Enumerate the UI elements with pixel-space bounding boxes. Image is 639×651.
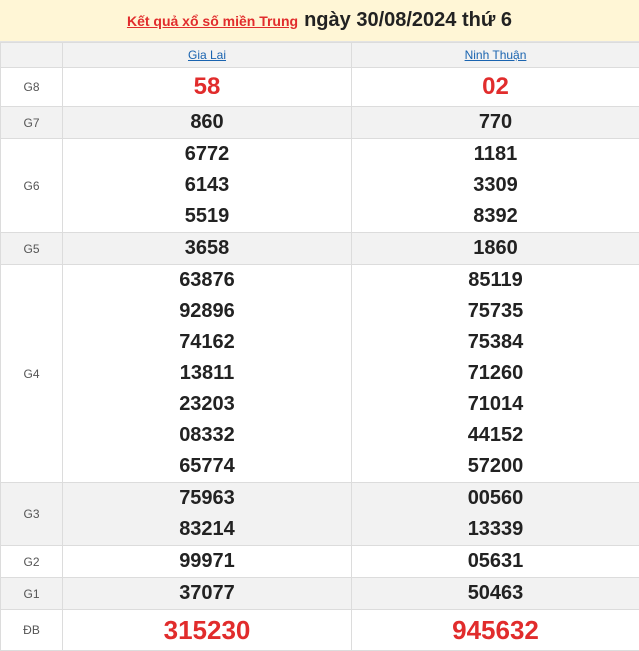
prize-row: G463876928967416213811232030833265774851… [1,265,639,483]
prize-number: 315230 [63,610,351,650]
province-header-row: Gia Lai Ninh Thuận [1,43,639,68]
prize-number: 71014 [352,389,639,420]
province-header: Gia Lai [63,43,352,68]
prize-number: 75735 [352,296,639,327]
prize-cell: 02 [352,68,639,107]
prize-label: G8 [1,68,63,107]
prize-number: 1860 [352,233,639,264]
prize-number: 23203 [63,389,351,420]
prize-label: G3 [1,483,63,546]
prize-label: G4 [1,265,63,483]
prize-cell: 50463 [352,578,639,610]
prize-cell: 1860 [352,233,639,265]
prize-number: 1181 [352,139,639,170]
prize-number: 37077 [63,578,351,609]
prize-number: 770 [352,107,639,138]
prize-number: 50463 [352,578,639,609]
prize-label: ĐB [1,610,63,651]
prize-label: G7 [1,107,63,139]
prize-cell: 63876928967416213811232030833265774 [63,265,352,483]
prize-cell: 0056013339 [352,483,639,546]
prize-cell: 99971 [63,546,352,578]
prize-cell: 315230 [63,610,352,651]
prize-row: G85802 [1,68,639,107]
prize-label: G2 [1,546,63,578]
region-results-link[interactable]: Kết quả xổ số miền Trung [127,13,298,29]
prize-row: G375963832140056013339 [1,483,639,546]
prize-number: 945632 [352,610,639,650]
results-table: Gia Lai Ninh Thuận G85802G7860770G667726… [0,42,639,651]
prize-number: 57200 [352,451,639,482]
prize-number: 02 [352,68,639,106]
prize-label: G1 [1,578,63,610]
prize-number: 00560 [352,483,639,514]
prize-number: 99971 [63,546,351,577]
prize-cell: 3658 [63,233,352,265]
prize-number: 75384 [352,327,639,358]
prize-cell: 118133098392 [352,139,639,233]
prize-cell: 58 [63,68,352,107]
prize-number: 5519 [63,201,351,232]
province-link-ninh-thuan[interactable]: Ninh Thuận [465,48,527,62]
prize-row: G6677261435519118133098392 [1,139,639,233]
prize-cell: 677261435519 [63,139,352,233]
prize-row: G7860770 [1,107,639,139]
prize-number: 83214 [63,514,351,545]
prize-number: 08332 [63,420,351,451]
prize-number: 58 [63,68,351,106]
prize-label: G5 [1,233,63,265]
prize-label: G6 [1,139,63,233]
prize-number: 3658 [63,233,351,264]
prize-number: 13811 [63,358,351,389]
prize-cell: 860 [63,107,352,139]
prize-number: 44152 [352,420,639,451]
prize-number: 860 [63,107,351,138]
prize-cell: 37077 [63,578,352,610]
prize-row: G13707750463 [1,578,639,610]
prize-cell: 945632 [352,610,639,651]
prize-number: 71260 [352,358,639,389]
prize-number: 05631 [352,546,639,577]
prize-row: G536581860 [1,233,639,265]
prize-cell: 05631 [352,546,639,578]
prize-number: 75963 [63,483,351,514]
draw-date: ngày 30/08/2024 thứ 6 [304,9,512,32]
prize-number: 3309 [352,170,639,201]
prize-number: 6772 [63,139,351,170]
corner-cell [1,43,63,68]
prize-number: 6143 [63,170,351,201]
prize-number: 92896 [63,296,351,327]
prize-number: 63876 [63,265,351,296]
prize-number: 74162 [63,327,351,358]
prize-cell: 85119757357538471260710144415257200 [352,265,639,483]
results-header: Kết quả xổ số miền Trung ngày 30/08/2024… [0,0,639,42]
province-link-gia-lai[interactable]: Gia Lai [188,48,226,62]
prize-number: 85119 [352,265,639,296]
prize-cell: 7596383214 [63,483,352,546]
prize-number: 8392 [352,201,639,232]
prize-row: ĐB315230945632 [1,610,639,651]
prize-row: G29997105631 [1,546,639,578]
prize-cell: 770 [352,107,639,139]
prize-number: 13339 [352,514,639,545]
prize-number: 65774 [63,451,351,482]
province-header: Ninh Thuận [352,43,639,68]
